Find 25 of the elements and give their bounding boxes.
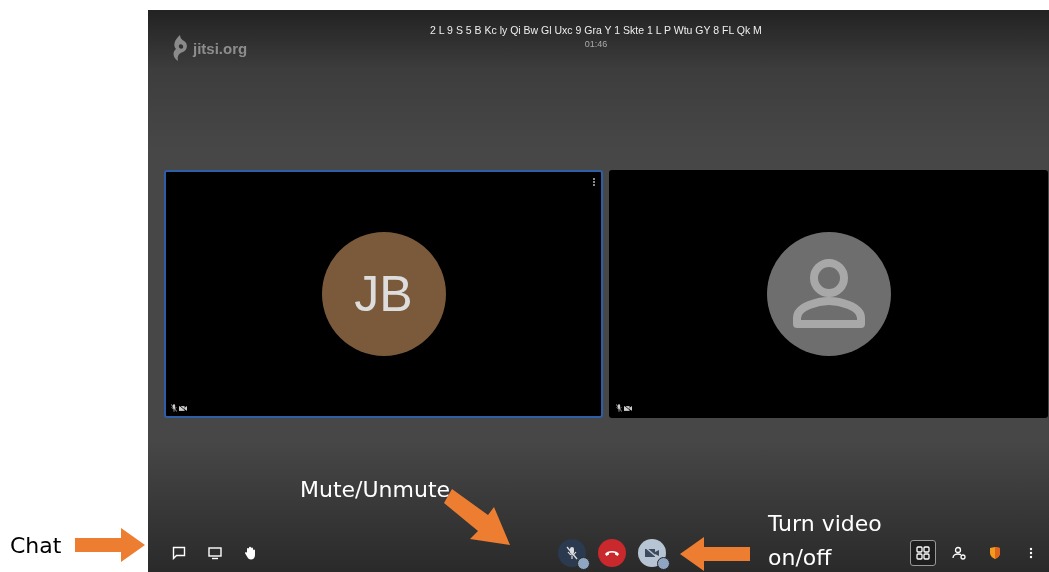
options-badge[interactable] [657,557,670,570]
camera-icon [644,546,660,560]
video-tile[interactable] [609,170,1048,418]
shield-icon [988,546,1002,560]
video-tile[interactable]: JB [164,170,603,418]
logo-text: jitsi.org [193,39,248,57]
annotation-label: Chat [10,532,62,558]
meeting-name: 2 L 9 S 5 B Kc ly Qi Bw Gl Uxc 9 Gra Y 1 Skte 1 L P Wtu GY 8 FL Qk M [430,24,762,36]
annotation-label: Turn video on/off [768,510,883,572]
chat-icon [172,546,186,560]
hang-up-button[interactable] [598,539,626,567]
annotation-label: Mute/Unmute [300,477,451,502]
hand-icon [244,546,258,560]
tile-view-button[interactable] [910,540,936,566]
microphone-icon [565,546,579,560]
monitor-icon [208,546,222,560]
avatar-icon [766,232,891,356]
person-icon [952,546,966,560]
arrow-icon [680,537,750,571]
arrow-icon [75,528,146,562]
meeting-timer: 01:46 [584,39,608,49]
options-badge[interactable] [577,557,590,570]
avatar-initials: JB [321,232,446,356]
grid-icon [916,546,930,560]
phone-icon [604,548,620,558]
